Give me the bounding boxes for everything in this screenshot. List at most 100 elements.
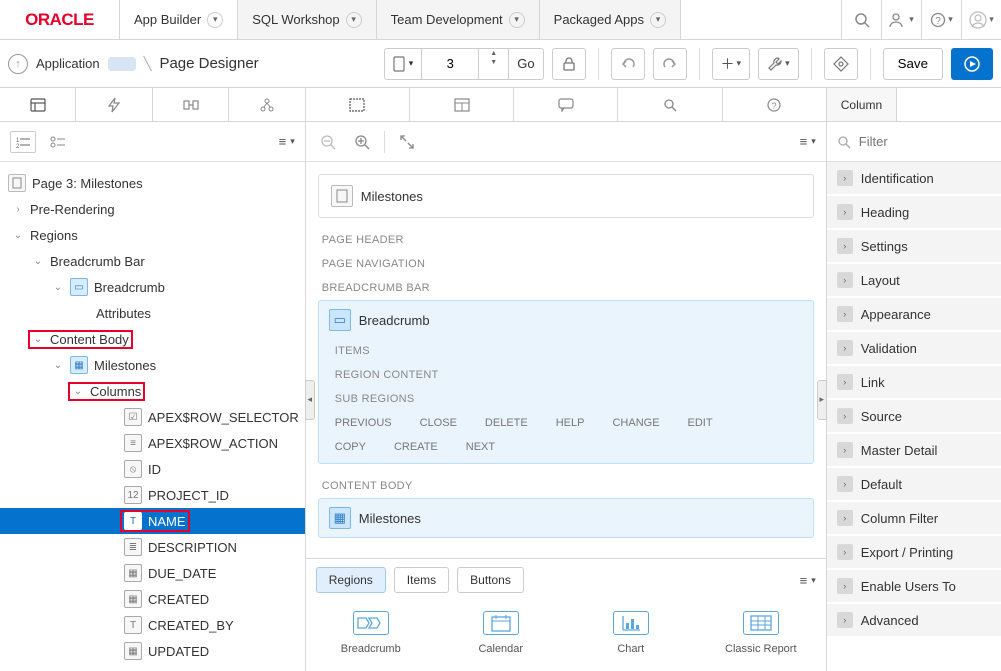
search-icon[interactable]: [841, 0, 881, 39]
rendering-tab[interactable]: [0, 88, 76, 121]
tree-content-body[interactable]: ⌄ Content Body: [0, 326, 305, 352]
tree-breadcrumb[interactable]: ⌄ ▭ Breadcrumb: [0, 274, 305, 300]
nav-team-development[interactable]: Team Development ▾: [377, 0, 540, 39]
lock-button[interactable]: [552, 48, 586, 80]
property-filter-input[interactable]: [859, 134, 1001, 149]
slot-close[interactable]: CLOSE: [420, 417, 457, 429]
prop-group-default[interactable]: ›Default: [827, 468, 1001, 502]
gallery-item-chart[interactable]: Chart: [586, 611, 676, 655]
component-view-tab[interactable]: [410, 88, 514, 121]
slot-change[interactable]: CHANGE: [612, 417, 659, 429]
go-button[interactable]: Go: [509, 49, 542, 79]
messages-tab[interactable]: [514, 88, 618, 121]
utilities-button[interactable]: ▾: [758, 48, 799, 80]
chevron-down-icon[interactable]: ▾: [509, 12, 525, 28]
tree-attributes[interactable]: Attributes: [0, 300, 305, 326]
tree-col-updated[interactable]: ▦ UPDATED: [0, 638, 305, 664]
shared-components-button[interactable]: [824, 48, 858, 80]
sort-mode-icon[interactable]: 12: [10, 131, 36, 153]
admin-icon[interactable]: ▾: [881, 0, 921, 39]
prop-group-heading[interactable]: ›Heading: [827, 196, 1001, 230]
layout-tab[interactable]: [306, 88, 410, 121]
tree-col-created[interactable]: ▦ CREATED: [0, 586, 305, 612]
splitter-right[interactable]: ▸: [817, 380, 827, 420]
prop-group-export-printing[interactable]: ›Export / Printing: [827, 536, 1001, 570]
nav-app-builder[interactable]: App Builder ▾: [120, 0, 238, 39]
gallery-menu-icon[interactable]: ≡ ▾: [800, 573, 816, 588]
prop-group-column-filter[interactable]: ›Column Filter: [827, 502, 1001, 536]
slot-previous[interactable]: PREVIOUS: [335, 417, 392, 429]
redo-button[interactable]: [653, 48, 687, 80]
prop-group-advanced[interactable]: ›Advanced: [827, 604, 1001, 638]
prop-group-settings[interactable]: ›Settings: [827, 230, 1001, 264]
tree-col-created-by[interactable]: T CREATED_BY: [0, 612, 305, 638]
tree-col-apex-row-selector[interactable]: ☑ APEX$ROW_SELECTOR: [0, 404, 305, 430]
slot-next[interactable]: NEXT: [466, 441, 495, 453]
slot-edit[interactable]: EDIT: [688, 417, 713, 429]
oracle-logo[interactable]: ORACLE: [0, 0, 120, 39]
chevron-down-icon[interactable]: ▾: [207, 12, 223, 28]
application-icon[interactable]: ↑: [8, 54, 28, 74]
save-button[interactable]: Save: [883, 48, 943, 80]
prop-group-identification[interactable]: ›Identification: [827, 162, 1001, 196]
app-id-badge[interactable]: [108, 57, 136, 71]
breadcrumb-app[interactable]: Application: [36, 56, 100, 71]
tree-menu-icon[interactable]: ≡ ▾: [279, 134, 295, 149]
chevron-down-icon[interactable]: ▾: [346, 12, 362, 28]
prop-group-source[interactable]: ›Source: [827, 400, 1001, 434]
dynamic-actions-tab[interactable]: [76, 88, 152, 121]
prop-group-enable-users-to[interactable]: ›Enable Users To: [827, 570, 1001, 604]
layout-menu-icon[interactable]: ≡ ▾: [800, 134, 816, 149]
page-finder-button[interactable]: ▾: [385, 49, 423, 79]
splitter-left[interactable]: ◂: [305, 380, 315, 420]
breadcrumb-region[interactable]: ▭ Breadcrumb ITEMS REGION CONTENT SUB RE…: [318, 300, 814, 464]
tree-col-id[interactable]: ⦸ ID: [0, 456, 305, 482]
prop-group-link[interactable]: ›Link: [827, 366, 1001, 400]
tree-milestones[interactable]: ⌄ ▦ Milestones: [0, 352, 305, 378]
tree-regions[interactable]: ⌄ Regions: [0, 222, 305, 248]
gallery-item-classic-report[interactable]: Classic Report: [716, 611, 806, 655]
slot-help[interactable]: HELP: [556, 417, 585, 429]
prop-group-master-detail[interactable]: ›Master Detail: [827, 434, 1001, 468]
zoom-out-icon[interactable]: [316, 130, 340, 154]
milestones-region[interactable]: ▦ Milestones: [318, 498, 814, 538]
shared-tab[interactable]: [229, 88, 304, 121]
page-selector[interactable]: ▾ ▲▼ Go: [384, 48, 544, 80]
tree-columns[interactable]: ⌄ Columns: [0, 378, 305, 404]
page-search-tab[interactable]: [618, 88, 722, 121]
tree-col-apex-row-action[interactable]: ≡ APEX$ROW_ACTION: [0, 430, 305, 456]
gallery-item-breadcrumb[interactable]: Breadcrumb: [326, 611, 416, 655]
prop-group-layout[interactable]: ›Layout: [827, 264, 1001, 298]
undo-button[interactable]: [611, 48, 645, 80]
page-number-input[interactable]: [430, 56, 470, 71]
gallery-item-calendar[interactable]: Calendar: [456, 611, 546, 655]
property-tab-column[interactable]: Column: [827, 88, 897, 121]
gallery-tab-regions[interactable]: Regions: [316, 567, 386, 593]
group-mode-icon[interactable]: [46, 130, 70, 154]
gallery-tab-items[interactable]: Items: [394, 567, 449, 593]
tree-pre-rendering[interactable]: › Pre-Rendering: [0, 196, 305, 222]
nav-sql-workshop[interactable]: SQL Workshop ▾: [238, 0, 376, 39]
prop-group-appearance[interactable]: ›Appearance: [827, 298, 1001, 332]
help-icon[interactable]: ?▾: [921, 0, 961, 39]
expand-icon[interactable]: [395, 130, 419, 154]
tree-col-due-date[interactable]: ▦ DUE_DATE: [0, 560, 305, 586]
help-tab[interactable]: ?: [723, 88, 826, 121]
zoom-in-icon[interactable]: [350, 130, 374, 154]
nav-packaged-apps[interactable]: Packaged Apps ▾: [540, 0, 681, 39]
gallery-tab-buttons[interactable]: Buttons: [457, 567, 524, 593]
tree-page-node[interactable]: Page 3: Milestones: [0, 170, 305, 196]
account-icon[interactable]: ▾: [961, 0, 1001, 39]
slot-create[interactable]: CREATE: [394, 441, 438, 453]
chevron-down-icon[interactable]: ▾: [650, 12, 666, 28]
prop-group-validation[interactable]: ›Validation: [827, 332, 1001, 366]
slot-copy[interactable]: COPY: [335, 441, 366, 453]
page-stepper[interactable]: ▲▼: [479, 49, 509, 79]
tree-col-project-id[interactable]: 12 PROJECT_ID: [0, 482, 305, 508]
tree-col-name[interactable]: T NAME: [0, 508, 305, 534]
create-button[interactable]: ＋▾: [712, 48, 751, 80]
tree-breadcrumb-bar[interactable]: ⌄ Breadcrumb Bar: [0, 248, 305, 274]
page-region-card[interactable]: Milestones: [318, 174, 814, 218]
run-button[interactable]: [951, 48, 993, 80]
processing-tab[interactable]: [153, 88, 229, 121]
